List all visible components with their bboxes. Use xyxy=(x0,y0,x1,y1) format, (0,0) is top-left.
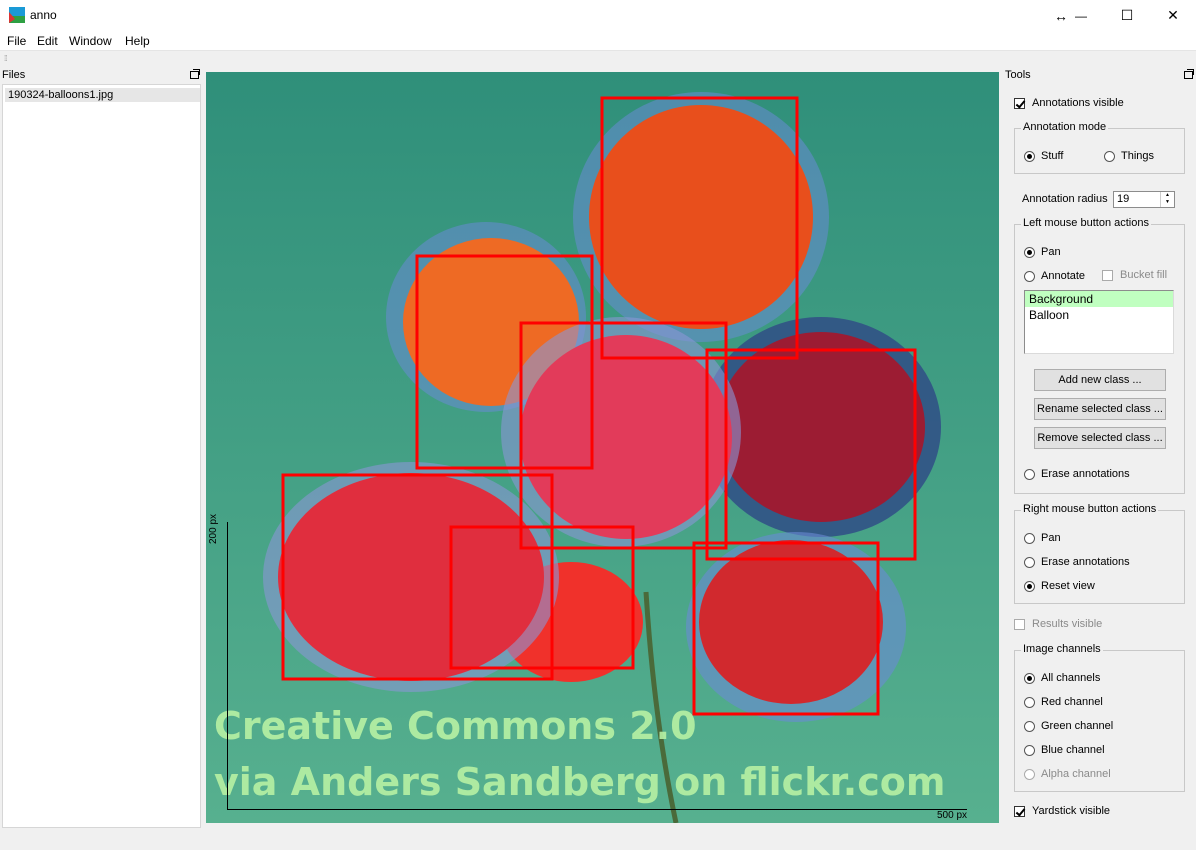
left-pan-radio[interactable]: Pan xyxy=(1024,246,1061,258)
watermark-line-1: Creative Commons 2.0 xyxy=(214,704,697,748)
radio-selected-icon xyxy=(1024,150,1035,162)
alpha-channel-label: Alpha channel xyxy=(1041,768,1111,780)
close-button[interactable]: ✕ xyxy=(1150,0,1196,31)
mode-things-label: Things xyxy=(1121,150,1155,162)
watermark-line-2: via Anders Sandberg on flickr.com xyxy=(214,760,946,804)
red-channel-radio[interactable]: Red channel xyxy=(1024,696,1103,708)
image-channels-group: Image channels All channels Red channel … xyxy=(1014,643,1185,792)
left-erase-label: Erase annotations xyxy=(1041,468,1130,480)
annotation-mode-title: Annotation mode xyxy=(1021,121,1109,133)
annotation-radius-spinbox[interactable]: 19 ▲ ▼ xyxy=(1113,191,1175,208)
title-bar: anno ↔ — ☐ ✕ xyxy=(0,0,1196,31)
radio-icon xyxy=(1024,532,1035,544)
image-channels-title: Image channels xyxy=(1021,643,1103,655)
blue-channel-radio[interactable]: Blue channel xyxy=(1024,744,1105,756)
annotation-radius-value[interactable]: 19 xyxy=(1117,193,1129,205)
checkbox-icon xyxy=(1014,618,1025,630)
rename-class-button[interactable]: Rename selected class ... xyxy=(1034,398,1166,420)
reset-view-radio[interactable]: Reset view xyxy=(1024,580,1095,592)
right-mouse-title: Right mouse button actions xyxy=(1021,503,1159,515)
add-class-button[interactable]: Add new class ... xyxy=(1034,369,1166,391)
class-list[interactable]: Background Balloon xyxy=(1024,290,1174,354)
alpha-channel-radio[interactable]: Alpha channel xyxy=(1024,768,1111,780)
files-list[interactable]: 190324-balloons1.jpg xyxy=(2,84,201,828)
yardstick-horizontal-label: 500 px xyxy=(937,810,968,821)
annotation-mode-group: Annotation mode Stuff Things xyxy=(1014,121,1185,174)
files-panel-title: Files xyxy=(2,69,26,81)
radio-icon xyxy=(1104,150,1115,162)
green-channel-radio[interactable]: Green channel xyxy=(1024,720,1113,732)
radio-selected-icon xyxy=(1024,246,1035,258)
annotations-visible-checkbox[interactable]: Annotations visible xyxy=(1014,97,1124,109)
yardstick-vertical xyxy=(227,522,228,810)
reset-view-label: Reset view xyxy=(1041,580,1095,592)
radio-icon xyxy=(1024,556,1035,568)
checkbox-checked-icon xyxy=(1014,805,1025,817)
red-channel-label: Red channel xyxy=(1041,696,1103,708)
app-icon xyxy=(9,7,25,23)
yardstick-horizontal xyxy=(227,809,967,810)
radio-icon xyxy=(1024,468,1035,480)
checkbox-icon xyxy=(1102,269,1113,281)
image-canvas[interactable]: Creative Commons 2.0 via Anders Sandberg… xyxy=(206,72,999,823)
minimize-button[interactable]: — xyxy=(1058,0,1104,31)
spin-arrows-icon[interactable]: ▲ ▼ xyxy=(1160,192,1174,207)
results-visible-label: Results visible xyxy=(1032,618,1103,630)
left-mouse-group: Left mouse button actions Pan Annotate B… xyxy=(1014,217,1185,494)
right-pan-radio[interactable]: Pan xyxy=(1024,532,1061,544)
radio-icon xyxy=(1024,270,1035,282)
all-channels-radio[interactable]: All channels xyxy=(1024,672,1100,684)
mode-stuff-radio[interactable]: Stuff xyxy=(1024,150,1063,162)
tools-float-icon[interactable] xyxy=(1184,69,1194,79)
right-erase-label: Erase annotations xyxy=(1041,556,1130,568)
left-erase-radio[interactable]: Erase annotations xyxy=(1024,468,1130,480)
right-pan-label: Pan xyxy=(1041,532,1061,544)
remove-class-button[interactable]: Remove selected class ... xyxy=(1034,427,1166,449)
class-item-balloon[interactable]: Balloon xyxy=(1025,307,1173,323)
window-title: anno xyxy=(30,8,57,22)
menu-help[interactable]: Help xyxy=(125,34,150,48)
green-channel-label: Green channel xyxy=(1041,720,1114,732)
all-channels-label: All channels xyxy=(1041,672,1101,684)
yardstick-visible-label: Yardstick visible xyxy=(1032,805,1111,817)
radio-selected-icon xyxy=(1024,672,1035,684)
radio-icon xyxy=(1024,768,1035,780)
menu-file[interactable]: File xyxy=(7,34,26,48)
radio-icon xyxy=(1024,696,1035,708)
file-item[interactable]: 190324-balloons1.jpg xyxy=(5,88,200,102)
bucket-fill-label: Bucket fill xyxy=(1120,269,1168,281)
class-item-background[interactable]: Background xyxy=(1025,291,1173,307)
tools-panel: Tools Annotations visible Annotation mod… xyxy=(1003,66,1196,828)
results-visible-checkbox[interactable]: Results visible xyxy=(1014,618,1102,630)
status-bar xyxy=(0,828,1196,850)
annotation-radius-label: Annotation radius xyxy=(1022,193,1108,205)
left-pan-label: Pan xyxy=(1041,246,1061,258)
files-float-icon[interactable] xyxy=(190,69,200,79)
checkbox-checked-icon xyxy=(1014,97,1025,109)
radio-icon xyxy=(1024,720,1035,732)
mode-stuff-label: Stuff xyxy=(1041,150,1064,162)
radio-selected-icon xyxy=(1024,580,1035,592)
left-mouse-title: Left mouse button actions xyxy=(1021,217,1151,229)
left-annotate-label: Annotate xyxy=(1041,270,1086,282)
right-erase-radio[interactable]: Erase annotations xyxy=(1024,556,1130,568)
maximize-button[interactable]: ☐ xyxy=(1104,0,1150,31)
menu-edit[interactable]: Edit xyxy=(37,34,58,48)
bucket-fill-checkbox[interactable]: Bucket fill xyxy=(1102,269,1167,281)
menu-window[interactable]: Window xyxy=(69,34,112,48)
toolbar-grip[interactable]: ⁞⁞ xyxy=(4,54,8,63)
yardstick-vertical-label: 200 px xyxy=(208,513,219,544)
tools-panel-title: Tools xyxy=(1005,69,1031,81)
yardstick-visible-checkbox[interactable]: Yardstick visible xyxy=(1014,805,1110,817)
radio-icon xyxy=(1024,744,1035,756)
blue-channel-label: Blue channel xyxy=(1041,744,1105,756)
annotations-visible-label: Annotations visible xyxy=(1032,97,1124,109)
menu-bar: File Edit Window Help xyxy=(0,31,1196,51)
right-mouse-group: Right mouse button actions Pan Erase ann… xyxy=(1014,503,1185,604)
mode-things-radio[interactable]: Things xyxy=(1104,150,1154,162)
left-annotate-radio[interactable]: Annotate xyxy=(1024,270,1085,282)
